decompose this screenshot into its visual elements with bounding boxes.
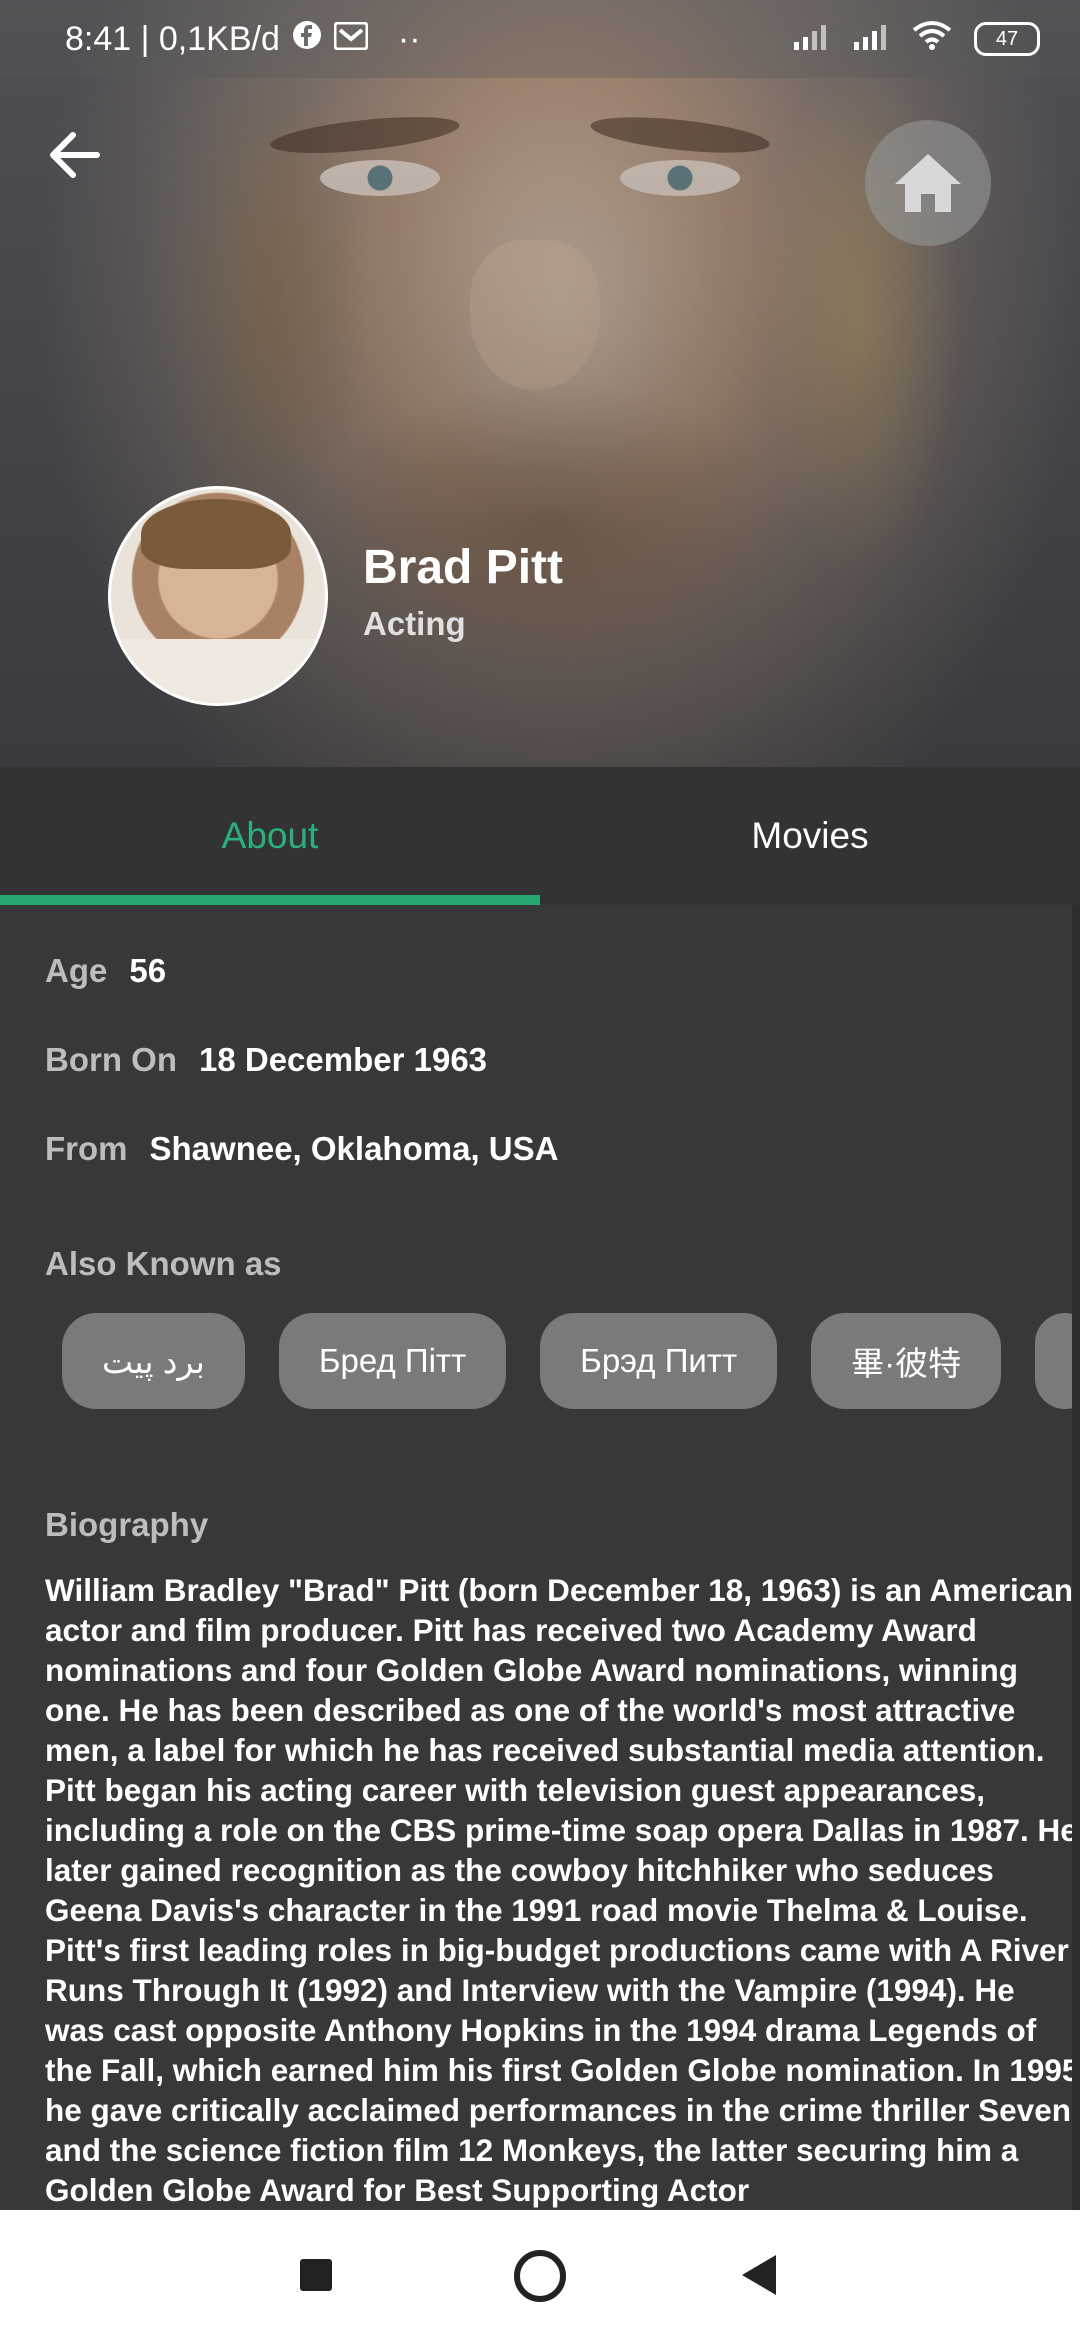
status-bar: 8:41 | 0,1KB/d ·· 47 bbox=[0, 0, 1080, 78]
tab-indicator bbox=[0, 895, 540, 905]
age-row: Age 56 bbox=[45, 952, 166, 990]
arrow-left-icon bbox=[50, 132, 100, 178]
battery-level: 47 bbox=[995, 27, 1019, 50]
known-for-department: Acting bbox=[363, 605, 466, 642]
born-label: Born On bbox=[45, 1041, 177, 1078]
status-dots: ·· bbox=[397, 19, 421, 58]
profile-avatar bbox=[108, 486, 328, 706]
battery-icon: 47 bbox=[974, 22, 1040, 56]
tab-movies[interactable]: Movies bbox=[540, 767, 1080, 905]
from-value: Shawnee, Oklahoma, USA bbox=[149, 1130, 559, 1167]
wifi-icon bbox=[912, 20, 952, 59]
aka-list[interactable]: برد پیت Бред Пітт Брэд Питт 畢·彼特 bbox=[62, 1313, 1080, 1409]
mail-icon bbox=[333, 20, 369, 59]
born-row: Born On 18 December 1963 bbox=[45, 1041, 487, 1079]
age-label: Age bbox=[45, 952, 108, 989]
biography-title: Biography bbox=[45, 1506, 209, 1543]
signal-icon bbox=[852, 20, 890, 59]
back-button[interactable] bbox=[45, 125, 105, 185]
signal-icon bbox=[792, 20, 830, 59]
born-value: 18 December 1963 bbox=[198, 1041, 488, 1078]
tab-bar: About Movies bbox=[0, 767, 1080, 905]
aka-chip[interactable]: 畢·彼特 bbox=[811, 1313, 1002, 1409]
aka-chip[interactable]: Брэд Питт bbox=[540, 1313, 778, 1409]
back-triangle-icon[interactable] bbox=[742, 2255, 776, 2295]
from-label: From bbox=[45, 1130, 128, 1167]
home-circle-icon[interactable] bbox=[514, 2250, 566, 2302]
facebook-icon bbox=[292, 20, 322, 59]
tab-about[interactable]: About bbox=[0, 767, 540, 905]
from-row: From Shawnee, Oklahoma, USA bbox=[45, 1130, 558, 1168]
content-scrollbar[interactable] bbox=[1072, 905, 1080, 2210]
person-name: Brad Pitt bbox=[363, 541, 564, 594]
home-icon bbox=[895, 154, 961, 212]
recents-square-icon[interactable] bbox=[300, 2259, 332, 2291]
status-time: 8:41 | 0,1KB/d bbox=[65, 19, 280, 58]
age-value: 56 bbox=[129, 952, 167, 989]
aka-chip[interactable]: برد پیت bbox=[62, 1313, 245, 1409]
biography-text: William Bradley "Brad" Pitt (born Decemb… bbox=[45, 1572, 1080, 2208]
aka-title: Also Known as bbox=[45, 1245, 282, 1282]
aka-chip[interactable]: Бред Пітт bbox=[278, 1313, 507, 1409]
home-button[interactable] bbox=[865, 120, 991, 246]
